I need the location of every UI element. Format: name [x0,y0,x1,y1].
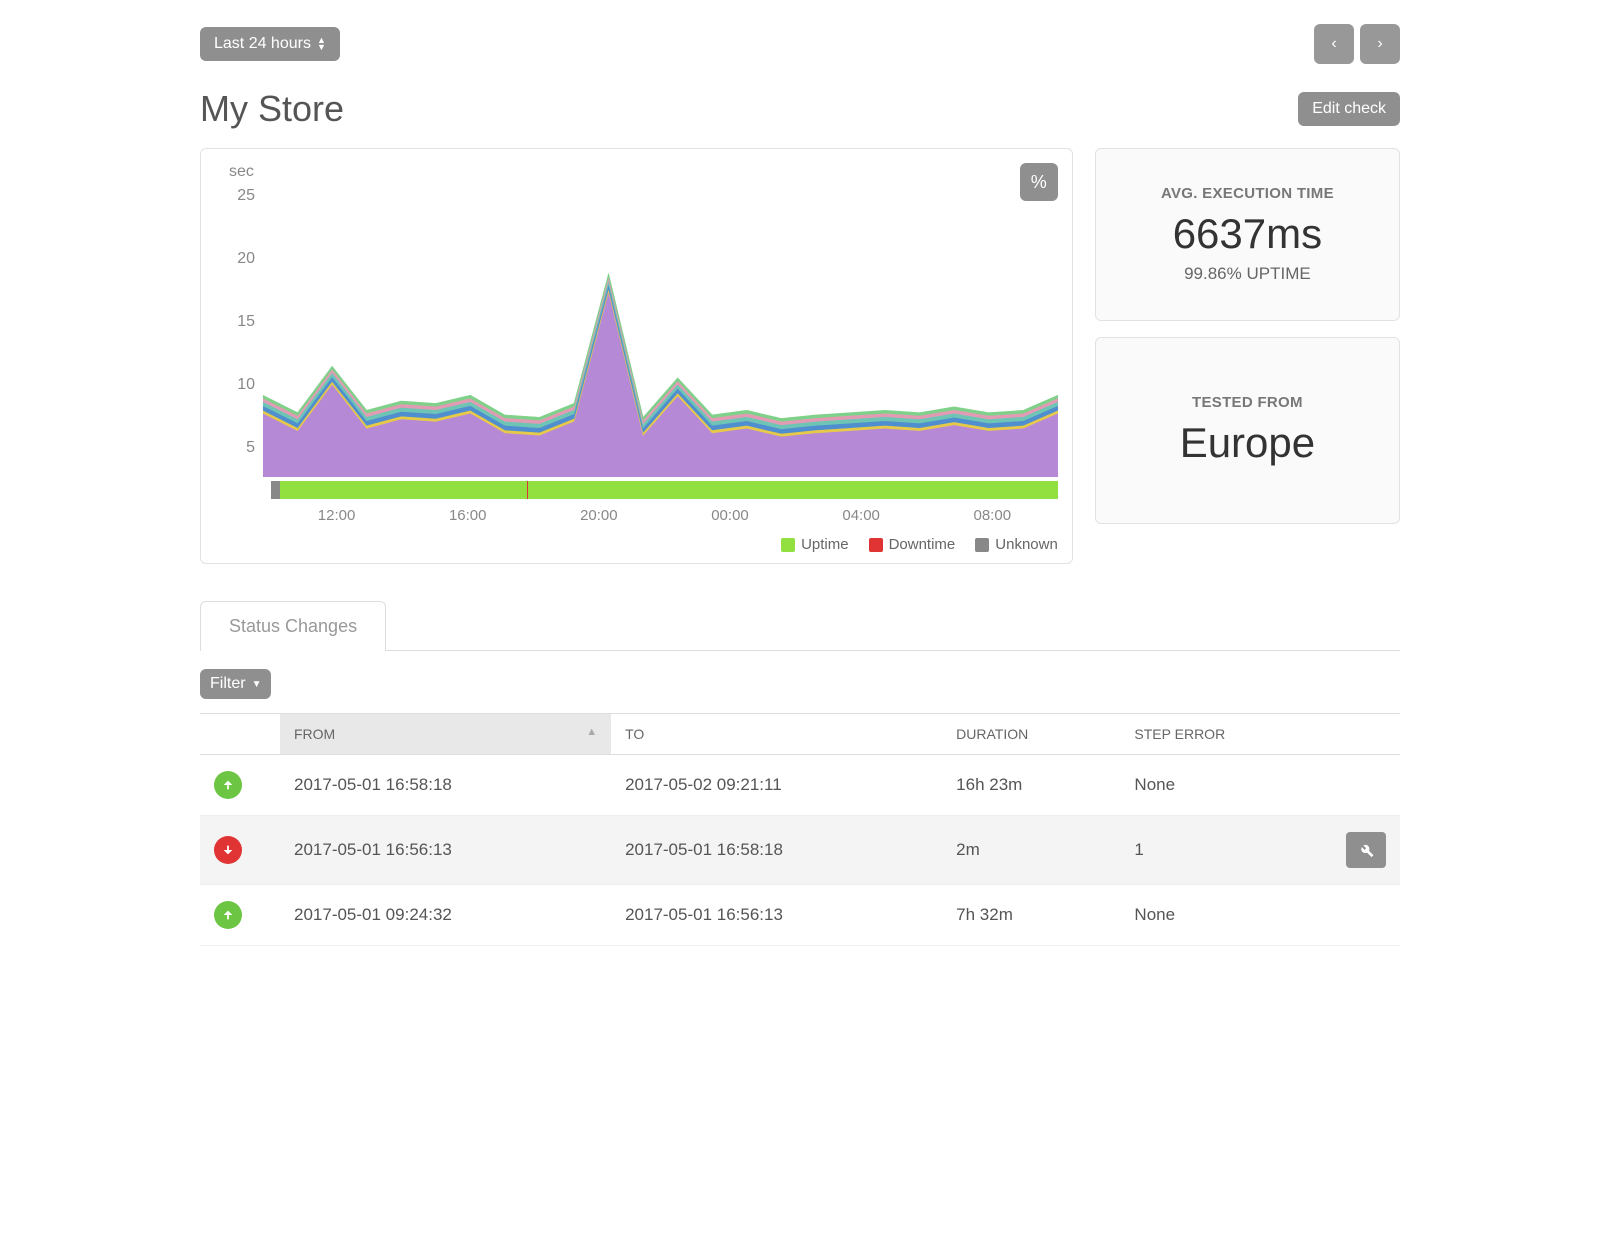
chart-panel: sec % 252015105 12:0016:0020:0000:0004:0… [200,148,1073,564]
status-table: FROM ▲ TO DURATION STEP ERROR 2017-05-01… [200,713,1400,946]
time-range-label: Last 24 hours [214,35,311,53]
exec-time-label: AVG. EXECUTION TIME [1116,185,1379,202]
table-row[interactable]: 2017-05-01 09:24:322017-05-01 16:56:137h… [200,885,1400,946]
tested-from-card: TESTED FROM Europe [1095,337,1400,524]
col-step-error[interactable]: STEP ERROR [1120,714,1332,755]
arrow-up-icon [214,901,242,929]
tested-from-label: TESTED FROM [1116,394,1379,411]
cell-duration: 2m [942,816,1120,885]
time-range-dropdown[interactable]: Last 24 hours ▲▼ [200,27,340,61]
legend-item: Downtime [869,536,956,553]
cell-to: 2017-05-01 16:56:13 [611,885,942,946]
uptime-pct: 99.86% UPTIME [1116,264,1379,284]
tested-from-value: Europe [1116,419,1379,467]
chart-y-ticks: 252015105 [215,187,263,457]
next-button[interactable]: › [1360,24,1400,64]
col-status[interactable] [200,714,280,755]
cell-step-error: 1 [1120,816,1332,885]
page-title: My Store [200,88,344,130]
legend-item: Unknown [975,536,1058,553]
exec-time-card: AVG. EXECUTION TIME 6637ms 99.86% UPTIME [1095,148,1400,321]
chart-legend: Uptime Downtime Unknown [215,536,1058,553]
legend-item: Uptime [781,536,849,553]
cell-from: 2017-05-01 09:24:32 [280,885,611,946]
chevron-updown-icon: ▲▼ [317,37,326,51]
cell-to: 2017-05-02 09:21:11 [611,755,942,816]
caret-down-icon: ▼ [252,679,262,690]
col-from[interactable]: FROM ▲ [280,714,611,755]
tabs: Status Changes [200,600,1400,651]
chart-plot[interactable] [263,187,1058,477]
chevron-left-icon: ‹ [1331,35,1336,53]
chart-x-ticks: 12:0016:0020:0000:0004:0008:00 [271,507,1058,524]
percent-toggle-button[interactable]: % [1020,163,1058,201]
cell-step-error: None [1120,755,1332,816]
chevron-right-icon: › [1377,35,1382,53]
sort-asc-icon: ▲ [586,726,597,738]
edit-check-button[interactable]: Edit check [1298,92,1400,126]
arrow-up-icon [214,771,242,799]
arrow-down-icon [214,836,242,864]
exec-time-value: 6637ms [1116,210,1379,258]
cell-duration: 7h 32m [942,885,1120,946]
cell-to: 2017-05-01 16:58:18 [611,816,942,885]
table-row[interactable]: 2017-05-01 16:58:182017-05-02 09:21:1116… [200,755,1400,816]
cell-duration: 16h 23m [942,755,1120,816]
cell-from: 2017-05-01 16:58:18 [280,755,611,816]
col-to[interactable]: TO [611,714,942,755]
cell-from: 2017-05-01 16:56:13 [280,816,611,885]
chart-y-label: sec [229,163,254,181]
prev-button[interactable]: ‹ [1314,24,1354,64]
cell-step-error: None [1120,885,1332,946]
tools-button[interactable] [1346,832,1386,868]
col-actions [1332,714,1400,755]
table-row[interactable]: 2017-05-01 16:56:132017-05-01 16:58:182m… [200,816,1400,885]
uptime-bar [271,481,1058,499]
filter-dropdown[interactable]: Filter ▼ [200,669,271,699]
tab-status-changes[interactable]: Status Changes [200,601,386,651]
col-duration[interactable]: DURATION [942,714,1120,755]
